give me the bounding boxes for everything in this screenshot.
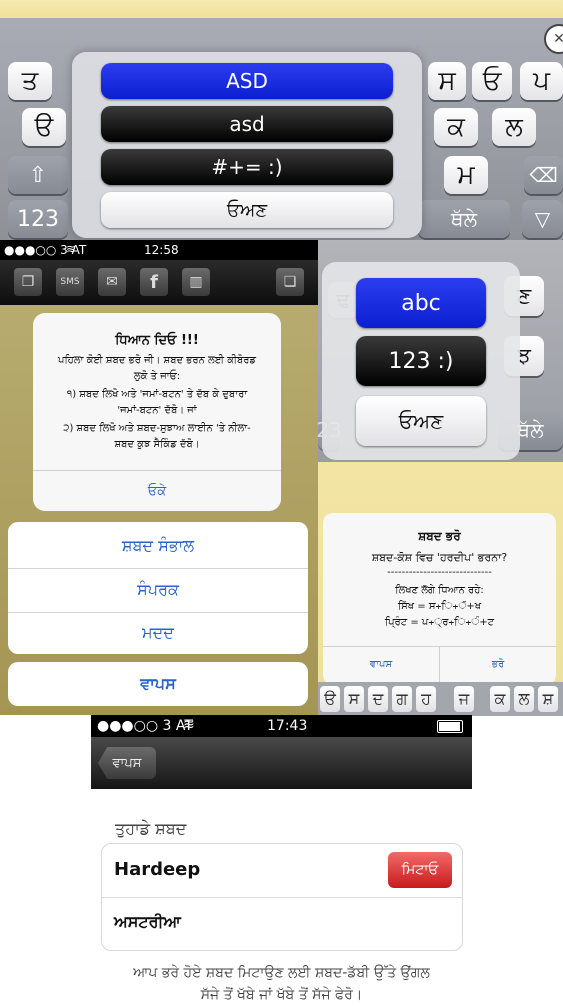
- key-pa[interactable]: ਪ: [520, 62, 563, 100]
- alert-line: ੧) ਸ਼ਬਦ ਲਿਖੋ ਅਤੇ 'ਜਮਾਂ-ਬਟਨ' ਤੇ ਦੱਬ ਕੇ ਦੁ…: [66, 389, 248, 400]
- key[interactable]: ਗ: [392, 686, 412, 712]
- dialog-fill-button[interactable]: ਭਰੋ: [440, 659, 556, 670]
- delete-button[interactable]: ਮਿਟਾਓ: [388, 852, 452, 888]
- alert-line: 'ਜਮਾਂ-ਬਟਨ' ਦੱਬੋ। ਜਾਂ: [117, 405, 197, 416]
- alert-line: ਲੁਕੋ ਤੇ ਜਾਓ:: [133, 371, 181, 382]
- alert-title: ਧਿਆਨ ਦਿਓ !!!: [115, 333, 199, 348]
- sms-icon[interactable]: SMS: [56, 268, 84, 296]
- shift-icon: ⇧: [28, 162, 48, 188]
- status-bar: ●●●○○ 3 AT ≋ 12:58: [0, 240, 318, 260]
- layout-gurmukhi-button[interactable]: ਓਅਣ: [101, 192, 393, 228]
- paper-background: [0, 0, 563, 18]
- delete-key[interactable]: ⌫: [524, 156, 563, 194]
- facebook-icon[interactable]: f: [140, 268, 168, 296]
- layout-lowercase-button[interactable]: asd: [101, 106, 393, 142]
- key[interactable]: ਜ: [454, 686, 474, 712]
- key[interactable]: ਸ: [344, 686, 364, 712]
- copy-icon[interactable]: ❐: [14, 268, 42, 296]
- down-triangle-icon: ▽: [534, 207, 551, 231]
- alert-line: ਪਹਿਲਾ ਕੋਈ ਸ਼ਬਦ ਭਰੋ ਜੀ। ਸ਼ਬਦ ਭਰਨ ਲਈ ਕੀਬੋਰ…: [58, 355, 256, 366]
- hide-keyboard-key[interactable]: ▽: [522, 200, 563, 238]
- key[interactable]: ੳ: [320, 686, 340, 712]
- key[interactable]: ਕ: [490, 686, 510, 712]
- trash-icon[interactable]: ▥: [182, 268, 210, 296]
- keyboard-row-right: ੳ ਸ ਦ ਗ ਹ ਜ ਕ ਲ ਸ਼: [318, 682, 563, 716]
- dialog-question: ਸ਼ਬਦ-ਕੋਸ਼ ਵਿਚ 'ਹਰਦੀਪ' ਭਰਨਾ?: [371, 551, 508, 564]
- key[interactable]: ਲ: [514, 686, 534, 712]
- dialog-note: ਲਿਖਣ ਲੱਗੇ ਧਿਆਨ ਰਹੇ:: [395, 585, 484, 596]
- alert-line: ੨) ਸ਼ਬਦ ਲਿਖੋ ਅਤੇ ਸ਼ਬਦ-ਸੁਝਾਅ ਲਾਈਨ 'ਤੇ ਨੀਲ…: [63, 423, 251, 434]
- wifi-icon: ≋: [183, 717, 195, 733]
- mail-icon[interactable]: ✉: [98, 268, 126, 296]
- ok-button[interactable]: ਓਕੇ: [33, 484, 281, 499]
- divider: [102, 897, 462, 898]
- key-ta[interactable]: ਤ: [8, 62, 52, 100]
- alert-dialog: ਧਿਆਨ ਦਿਓ !!! ਪਹਿਲਾ ਕੋਈ ਸ਼ਬਦ ਭਰੋ ਜੀ। ਸ਼ਬਦ…: [33, 313, 281, 511]
- status-bar-bottom: ●●●○○ 3 AT ≋ 17:43: [91, 715, 472, 737]
- key[interactable]: ਸ਼: [538, 686, 558, 712]
- footer-note: ਆਪ ਭਰੇ ਹੋਏ ਸ਼ਬਦ ਮਿਟਾਉਣ ਲਈ ਸ਼ਬਦ-ਡੱਬੀ ਉੱਤੇ…: [70, 962, 493, 1006]
- section-title: ਤੁਹਾਡੇ ਸ਼ਬਦ: [115, 819, 187, 838]
- menu-item-save-words[interactable]: ਸ਼ਬਦ ਸੰਭਾਲ: [8, 524, 308, 568]
- key-la[interactable]: ਲ: [492, 108, 536, 146]
- layout-gurmukhi-button-right[interactable]: ਓਅਣ: [356, 396, 486, 446]
- dialog-example: ਪ੍ਰਿੰਟ = ਪ+੍ਰ+ਿ+ੰ+ਟ: [384, 617, 495, 628]
- layout-popup: ASD asd #+= :) ਓਅਣ: [72, 52, 422, 238]
- list-item[interactable]: ਅਸਟਰੀਆ: [114, 912, 181, 932]
- shift-key[interactable]: ⇧: [8, 156, 68, 194]
- menu-item-help[interactable]: ਮਦਦ: [8, 611, 308, 655]
- menu-back-button[interactable]: ਵਾਪਸ: [8, 662, 308, 706]
- key-ka[interactable]: ਕ: [434, 108, 478, 146]
- list-item[interactable]: Hardeep: [114, 859, 200, 880]
- dialog-cancel-button[interactable]: ਵਾਪਸ: [323, 659, 439, 670]
- layout-123-button[interactable]: 123 :): [356, 336, 486, 386]
- divider: [33, 470, 281, 471]
- key-oo[interactable]: ਓ: [472, 62, 512, 100]
- key[interactable]: ਦ: [368, 686, 388, 712]
- dialog-dashes: -----------------------------: [387, 567, 492, 578]
- battery-icon: [437, 720, 463, 733]
- layout-popup-right: abc 123 :) ਓਅਣ: [322, 262, 520, 460]
- menu-group: ਸ਼ਬਦ ਸੰਭਾਲ ਸੰਪਰਕ ਮਦਦ: [8, 522, 308, 654]
- wifi-icon: ≋: [66, 242, 77, 256]
- clock-label: 17:43: [267, 718, 308, 734]
- windows-icon[interactable]: ❏: [276, 268, 304, 296]
- numbers-key[interactable]: 123: [8, 200, 68, 238]
- clock-label: 12:58: [144, 243, 179, 257]
- toolbar: ❐ SMS ✉ f ▥ ❏: [0, 260, 318, 305]
- delete-icon: ⌫: [529, 163, 558, 187]
- dialog-example: ਸਿੱਖ = ਸ+ਿ+ੱ+ਖ: [397, 601, 482, 612]
- key-bottom[interactable]: ਥੱਲੇ: [418, 200, 510, 238]
- save-word-dialog: ਸ਼ਬਦ ਭਰੋ ਸ਼ਬਦ-ਕੋਸ਼ ਵਿਚ 'ਹਰਦੀਪ' ਭਰਨਾ? ---…: [323, 513, 556, 685]
- layout-uppercase-button[interactable]: ASD: [101, 63, 393, 99]
- key-ma[interactable]: ਮ: [444, 156, 488, 194]
- layout-symbols-button[interactable]: #+= :): [101, 149, 393, 185]
- carrier-label: ●●●○○ 3 AT: [97, 718, 193, 734]
- footer-line: ਆਪ ਭਰੇ ਹੋਏ ਸ਼ਬਦ ਮਿਟਾਉਣ ਲਈ ਸ਼ਬਦ-ਡੱਬੀ ਉੱਤੇ…: [133, 965, 430, 981]
- back-button[interactable]: ਵਾਪਸ: [98, 747, 156, 779]
- footer-line: ਸੱਜੇ ਤੋਂ ਖੱਬੇ ਜਾਂ ਖੱਬੇ ਤੋਂ ਸੱਜੇ ਫੇਰੋ।: [200, 987, 363, 1003]
- dialog-title: ਸ਼ਬਦ ਭਰੋ: [418, 529, 461, 543]
- layout-abc-button[interactable]: abc: [356, 278, 486, 328]
- key-sa[interactable]: ਸ: [428, 62, 466, 100]
- key-ura[interactable]: ੳ: [22, 108, 66, 146]
- alert-line: ਸ਼ਬਦ ਕੁਝ ਸੈਕਿੰਡ ਦੱਬੋ।: [114, 439, 200, 450]
- menu-item-contact[interactable]: ਸੰਪਰਕ: [8, 568, 308, 612]
- key[interactable]: ਹ: [416, 686, 436, 712]
